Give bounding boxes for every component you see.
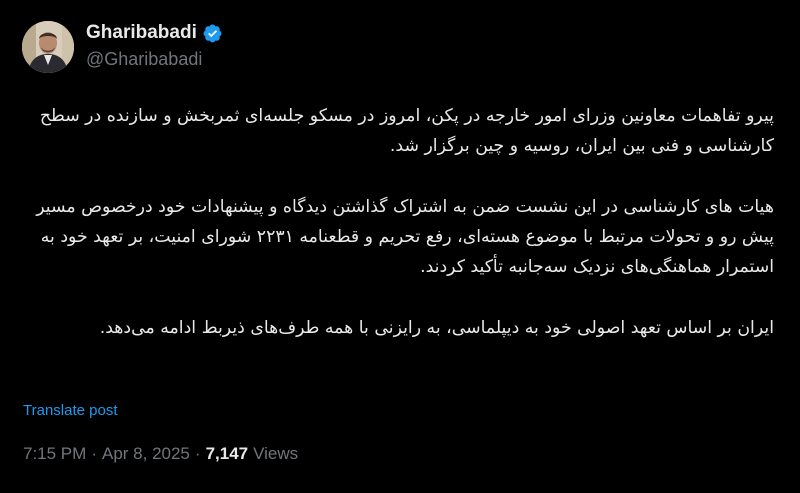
author-block: Gharibabadi @Gharibabadi (86, 22, 223, 70)
avatar[interactable] (22, 21, 74, 73)
author-display-name[interactable]: Gharibabadi (86, 22, 197, 44)
post-time[interactable]: 7:15 PM (23, 444, 86, 464)
meta-separator: · (91, 444, 97, 463)
avatar-image (22, 21, 74, 73)
translate-post-link[interactable]: Translate post (23, 402, 118, 419)
views-label: Views (253, 444, 299, 463)
post-card: Gharibabadi @Gharibabadi پیرو تفاهمات مع… (0, 0, 800, 493)
post-paragraph-3: ایران بر اساس تعهد اصولی خود به دیپلماسی… (99, 318, 774, 338)
post-date[interactable]: Apr 8, 2025 (102, 444, 190, 464)
verified-badge-icon[interactable] (202, 23, 223, 44)
author-handle[interactable]: @Gharibabadi (86, 49, 223, 70)
post-paragraph-2: هیات های کارشناسی در این نشست ضمن به اشت… (36, 197, 774, 277)
post-meta: 7:15 PM · Apr 8, 2025 · 7,147 Views (23, 444, 298, 464)
views-count: 7,147 (205, 444, 249, 463)
post-text: پیرو تفاهمات معاونین وزرای امور خارجه در… (29, 101, 774, 343)
author-name-row: Gharibabadi (86, 22, 223, 44)
meta-separator: · (194, 444, 201, 463)
post-paragraph-1: پیرو تفاهمات معاونین وزرای امور خارجه در… (39, 106, 774, 156)
